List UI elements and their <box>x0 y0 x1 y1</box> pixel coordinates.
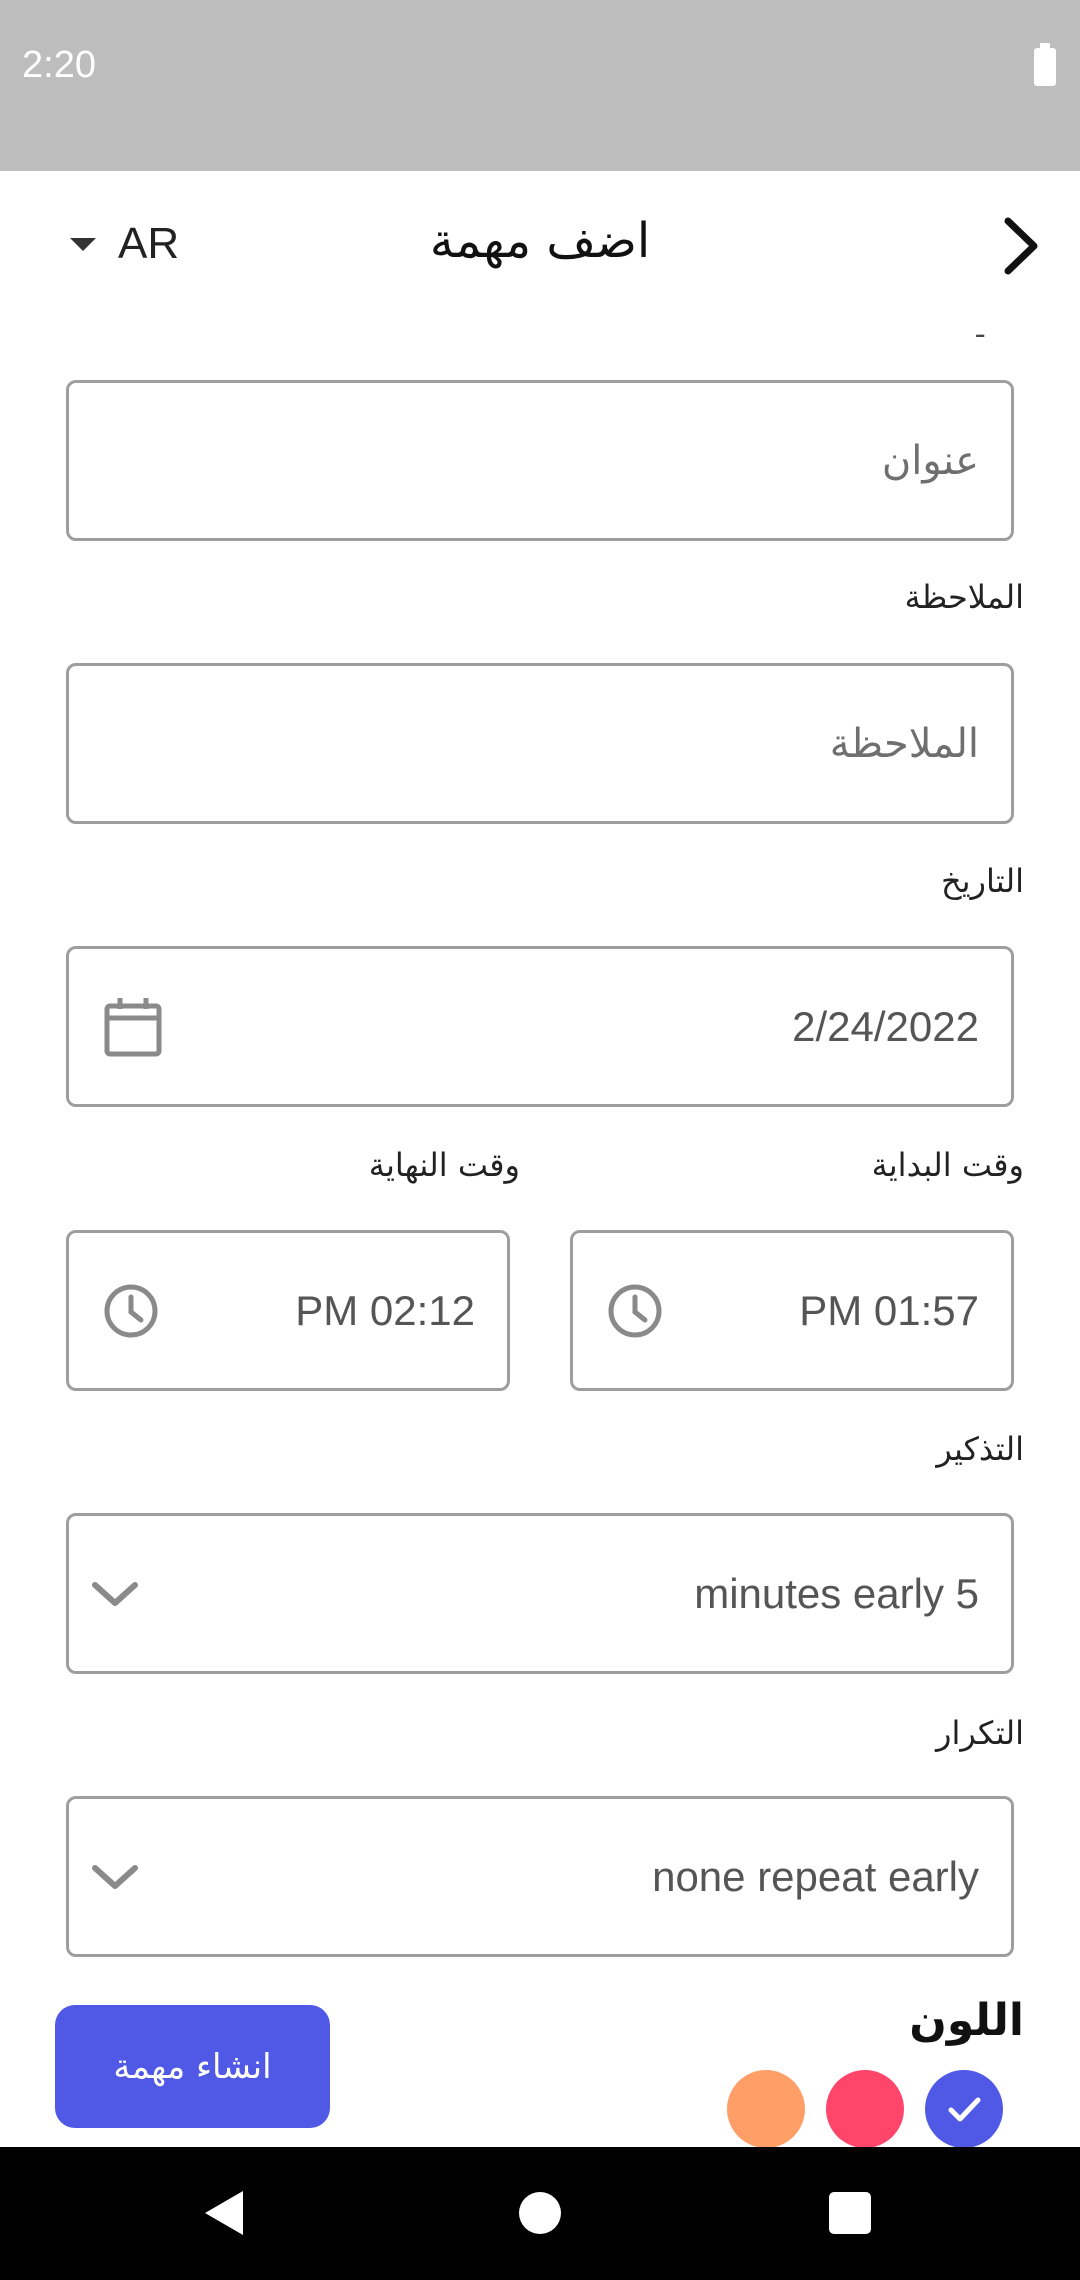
chevron-down-icon <box>92 1581 138 1606</box>
calendar-icon <box>104 997 162 1056</box>
chevron-right-icon[interactable] <box>986 211 1056 281</box>
note-placeholder: الملاحظة <box>829 720 979 767</box>
repeat-value: none repeat early <box>652 1852 979 1900</box>
app-bar: AR اضف مهمة <box>0 171 1080 321</box>
status-bar: 2:20 <box>0 0 1080 171</box>
date-value: 2/24/2022 <box>792 1002 979 1050</box>
reminder-dropdown[interactable]: minutes early 5 <box>66 1513 1014 1674</box>
page-title: اضف مهمة <box>429 213 651 269</box>
swatch-pink[interactable] <box>826 2070 904 2148</box>
start-time-label: وقت البداية <box>871 1146 1024 1184</box>
date-field[interactable]: 2/24/2022 <box>66 946 1014 1107</box>
recents-icon[interactable] <box>829 2192 871 2234</box>
repeat-dropdown[interactable]: none repeat early <box>66 1796 1014 1957</box>
clock-icon <box>104 1284 158 1337</box>
home-icon[interactable] <box>519 2192 561 2234</box>
title-placeholder: عنوان <box>881 437 979 484</box>
clock-icon <box>608 1284 662 1337</box>
reminder-value: minutes early 5 <box>694 1569 979 1617</box>
note-input[interactable]: الملاحظة <box>66 663 1014 824</box>
swatch-orange[interactable] <box>727 2070 805 2148</box>
end-time-field[interactable]: PM 02:12 <box>66 1230 510 1391</box>
status-time: 2:20 <box>22 44 96 86</box>
title-field-label: ـ <box>976 314 984 344</box>
end-time-label: وقت النهاية <box>368 1146 520 1184</box>
battery-icon <box>1034 43 1056 86</box>
note-label: الملاحظة <box>904 578 1024 616</box>
end-time-value: PM 02:12 <box>295 1286 475 1334</box>
swatch-indigo[interactable] <box>925 2070 1003 2148</box>
date-label: التاريخ <box>940 862 1024 900</box>
reminder-label: التذكير <box>936 1430 1024 1468</box>
title-input[interactable]: عنوان <box>66 380 1014 541</box>
repeat-label: التكرار <box>936 1714 1024 1752</box>
check-icon <box>948 2097 981 2122</box>
color-label: اللون <box>909 1995 1024 2046</box>
start-time-field[interactable]: PM 01:57 <box>570 1230 1014 1391</box>
chevron-down-icon <box>92 1864 138 1889</box>
system-nav-bar <box>0 2147 1080 2280</box>
create-task-button[interactable]: انشاء مهمة <box>55 2005 330 2128</box>
start-time-value: PM 01:57 <box>799 1286 979 1334</box>
back-icon[interactable] <box>205 2191 243 2235</box>
